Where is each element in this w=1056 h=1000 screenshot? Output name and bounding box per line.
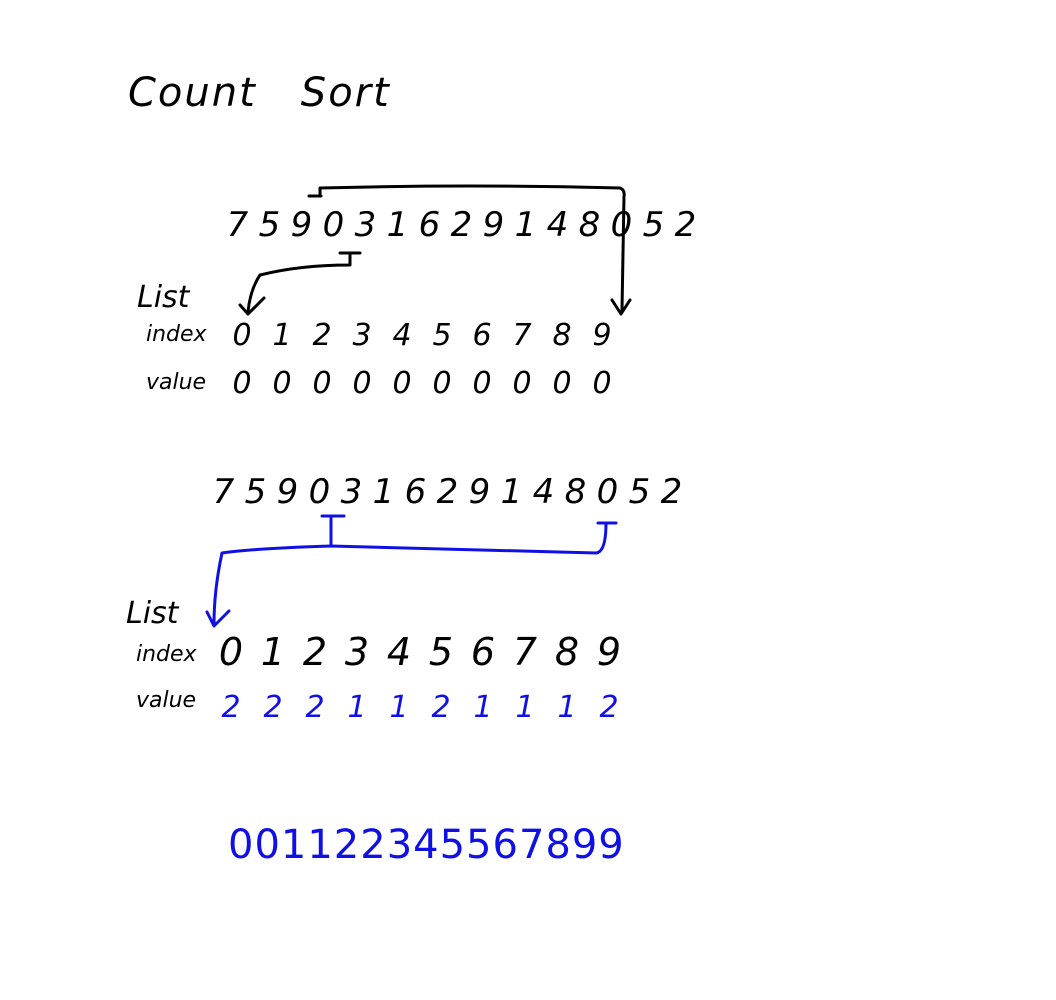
sequence-digit: 6 [404, 472, 428, 512]
list-value-cell: 1 [347, 690, 367, 725]
list-index-cell: 1 [272, 318, 292, 353]
list-index-cell: 5 [428, 630, 454, 674]
step2-list-label: List [126, 596, 179, 631]
sequence-digit: 9 [290, 205, 314, 245]
list-value-cell: 0 [352, 366, 372, 401]
list-value-cell: 2 [431, 690, 451, 725]
sequence-digit: 9 [468, 472, 492, 512]
sequence-digit: 5 [258, 205, 282, 245]
sequence-digit: 9 [276, 472, 300, 512]
list-index-cell: 8 [552, 318, 572, 353]
sequence-digit: 0 [610, 205, 634, 245]
title-word-count: Count [128, 70, 257, 116]
sequence-digit: 3 [340, 472, 364, 512]
list-index-cell: 0 [232, 318, 252, 353]
list-value-cell: 2 [599, 690, 619, 725]
sequence-digit: 7 [226, 205, 250, 245]
list-value-cell: 1 [557, 690, 577, 725]
sequence-digit: 8 [564, 472, 588, 512]
step2-zero-bracket-1 [320, 514, 346, 548]
list-index-cell: 9 [592, 318, 612, 353]
list-index-cell: 2 [302, 630, 328, 674]
list-value-cell: 1 [389, 690, 409, 725]
step2-zero-bracket-2 [212, 521, 618, 626]
sequence-digit: 4 [546, 205, 570, 245]
list-index-cell: 7 [512, 318, 532, 353]
list-value-cell: 2 [305, 690, 325, 725]
arrowhead-index-nine [610, 298, 632, 316]
sequence-digit: 3 [354, 205, 378, 245]
list-index-cell: 1 [260, 630, 286, 674]
list-value-cell: 0 [432, 366, 452, 401]
sequence-digit: 5 [628, 472, 652, 512]
list-value-cell: 0 [312, 366, 332, 401]
list-value-cell: 0 [392, 366, 412, 401]
step1-list-label: List [137, 280, 190, 315]
step2-value-label: value [136, 688, 197, 713]
list-index-cell: 6 [472, 318, 492, 353]
list-value-cell: 0 [232, 366, 252, 401]
sequence-digit: 6 [418, 205, 442, 245]
list-value-cell: 0 [512, 366, 532, 401]
list-index-cell: 2 [312, 318, 332, 353]
sequence-digit: 5 [244, 472, 268, 512]
sequence-digit: 2 [450, 205, 474, 245]
list-value-cell: 2 [263, 690, 283, 725]
sequence-digit: 0 [322, 205, 346, 245]
step1-value-row: 0000000000 [222, 366, 622, 401]
list-value-cell: 1 [473, 690, 493, 725]
step1-value-label: value [146, 370, 207, 395]
sequence-digit: 1 [500, 472, 524, 512]
step2-index-label: index [136, 642, 197, 667]
list-index-cell: 3 [344, 630, 370, 674]
list-value-cell: 1 [515, 690, 535, 725]
sequence-digit: 8 [578, 205, 602, 245]
sequence-digit: 0 [596, 472, 620, 512]
list-index-cell: 3 [352, 318, 372, 353]
list-index-cell: 9 [596, 630, 622, 674]
step1-index-row: 0123456789 [222, 318, 622, 353]
title-word-sort: Sort [300, 70, 391, 116]
sequence-digit: 1 [386, 205, 410, 245]
arrow-zero-to-index-zero [246, 251, 362, 314]
step1-input-sequence: 759031629148052 [222, 205, 702, 245]
sequence-digit: 5 [642, 205, 666, 245]
sequence-digit: 2 [436, 472, 460, 512]
step2-input-sequence: 759031629148052 [208, 472, 688, 512]
list-value-cell: 2 [221, 690, 241, 725]
page-title: Count Sort [128, 70, 391, 116]
list-index-cell: 4 [386, 630, 412, 674]
sequence-digit: 7 [212, 472, 236, 512]
list-index-cell: 7 [512, 630, 538, 674]
step2-index-row: 0123456789 [210, 630, 630, 674]
list-index-cell: 8 [554, 630, 580, 674]
sequence-digit: 2 [660, 472, 684, 512]
list-value-cell: 0 [472, 366, 492, 401]
sequence-digit: 4 [532, 472, 556, 512]
list-index-cell: 5 [432, 318, 452, 353]
arrowhead-step2-index-zero [205, 609, 231, 628]
sequence-digit: 1 [372, 472, 396, 512]
list-value-cell: 0 [592, 366, 612, 401]
sequence-digit: 1 [514, 205, 538, 245]
step2-value-row: 2221121112 [210, 690, 630, 725]
list-value-cell: 0 [272, 366, 292, 401]
list-index-cell: 6 [470, 630, 496, 674]
list-value-cell: 0 [552, 366, 572, 401]
step1-index-label: index [146, 322, 207, 347]
list-index-cell: 0 [218, 630, 244, 674]
sequence-digit: 0 [308, 472, 332, 512]
sequence-digit: 2 [674, 205, 698, 245]
sorted-result: 001122345567899 [228, 822, 625, 868]
sequence-digit: 9 [482, 205, 506, 245]
arrowhead-index-zero [238, 296, 266, 316]
list-index-cell: 4 [392, 318, 412, 353]
